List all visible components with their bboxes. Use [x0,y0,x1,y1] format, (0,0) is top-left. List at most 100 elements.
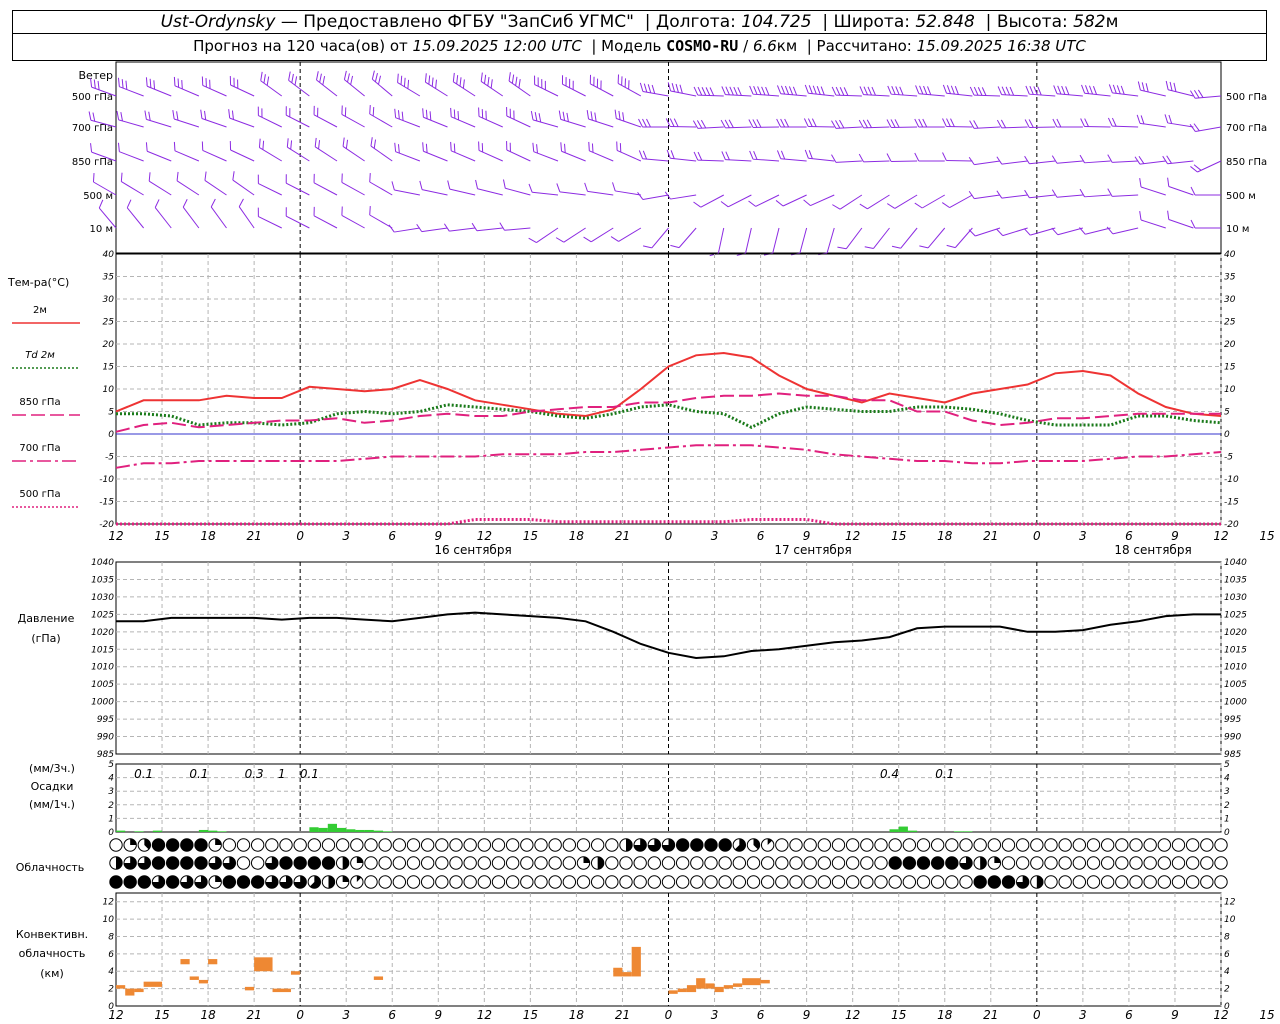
cloud-symbol-sector [215,838,222,845]
conv-cloud-bar [244,986,255,991]
wind-barb-feather [820,86,825,96]
cloud-symbol [449,875,463,889]
cloud-symbol-ring [845,838,860,852]
cloud-symbol-ring [831,875,846,889]
conv-cloud-bar [705,983,715,989]
wind-barb-feather [675,83,679,93]
cloud-symbol [265,838,279,852]
wind-barb-feather [1000,119,1007,129]
cloud-symbol [732,875,747,889]
wind-barb [314,137,338,162]
wind-barb-feather [776,85,782,94]
wind-barb-feather [725,151,730,161]
cloud-symbol-ring [1100,856,1115,870]
hour-tick-label: 12 [108,529,123,543]
cloud-symbol-ring [250,838,265,852]
wind-barb-feather [837,246,847,250]
cloud-symbol [704,856,718,870]
cloud-symbol [1214,875,1228,889]
cloud-symbol [279,838,293,852]
cloud-symbol [350,838,364,852]
wind-barb [1162,155,1194,165]
cloud-symbol-ring [690,875,704,889]
wind-barb-feather [886,153,892,162]
cloud-symbol-ring [959,838,973,852]
cloud-symbol [831,875,846,889]
wind-barb-feather [1162,155,1168,164]
wind-barb [201,141,227,162]
cloud-symbol [1044,856,1058,870]
wind-barb-feather [1139,178,1142,188]
hour-tick-label: 3 [711,529,719,543]
wind-barb [831,86,862,97]
wind-barb-feather [388,224,395,233]
cloud-symbol-ring [1115,875,1129,889]
wind-barb [886,119,918,128]
wind-barb-feather [586,110,590,120]
precip-ytick-right: 2 [1224,801,1230,811]
wind-barb-feather [1009,86,1015,96]
wind-barb-feather [1120,85,1125,95]
cloud-symbol [1157,856,1172,870]
wind-barb-feather [835,86,841,96]
wind-barb [313,105,338,128]
hour-tick-label: 6 [388,529,396,543]
wind-barb-feather [701,87,707,96]
wind-barb-shaft [670,194,697,200]
hour-tick-label: 3 [342,529,350,543]
wind-barb-feather [765,86,770,96]
wind-barb [720,119,752,129]
wind-barb [610,227,642,242]
temp-ytick-right: -15 [1224,498,1239,508]
wind-barb-feather [232,171,235,181]
cloud-symbol-ring [1115,838,1129,852]
conv-ytick-right: 4 [1224,967,1230,977]
cloud-symbol [236,838,251,852]
hour-tick-label: 9 [434,529,442,543]
cloud-symbol [860,875,874,889]
wind-level-label-left: 850 гПа [72,157,113,168]
wind-barb-shaft [1002,227,1028,237]
conv-ytick-right: 12 [1224,898,1236,908]
cloud-symbol-full [166,838,179,852]
wind-barb-feather [126,199,132,209]
wind-barb [721,151,752,162]
cloud-symbol-ring [746,856,761,870]
wind-barb-shaft [202,149,227,162]
cloud-symbol [420,875,435,889]
wind-barb-feather [811,118,817,127]
precip-bar [889,829,899,832]
wind-barb-feather [201,76,204,86]
wind-barb [397,73,421,97]
cloud-symbol [930,875,945,889]
cloud-symbol [435,838,449,852]
cloud-symbol [392,875,407,889]
wind-barb [447,180,476,196]
cloud-symbol [1157,875,1172,889]
cloud-symbol [817,875,832,889]
wind-barb-feather [666,149,671,159]
wind-barb-feather [506,141,508,151]
wind-barb-feather [1092,85,1098,95]
temp-ytick-left: -5 [105,453,114,463]
cloud-symbol-ring [1044,856,1058,870]
temp-ytick-right: 15 [1224,363,1236,373]
cloud-symbol [151,856,166,870]
temp-ytick-right: 35 [1224,273,1236,283]
cloud-symbol [335,875,350,889]
precip-bar [963,831,973,832]
wind-barb-feather [229,76,232,86]
wind-barb-shaft [285,182,310,196]
cloud-symbol-ring [874,856,888,870]
conv-cloud-bar [143,981,163,987]
wind-barb-feather [997,86,1003,95]
wind-barb [1136,114,1166,128]
cloud-symbol [647,838,662,852]
wind-barb-shaft [532,191,559,196]
wind-barb [210,198,227,229]
cloud-symbol [732,856,747,870]
cloud-symbol-ring [1058,838,1072,852]
wind-barb [637,192,669,201]
cloud-symbol [690,838,704,852]
wind-barb-shaft [587,190,614,196]
